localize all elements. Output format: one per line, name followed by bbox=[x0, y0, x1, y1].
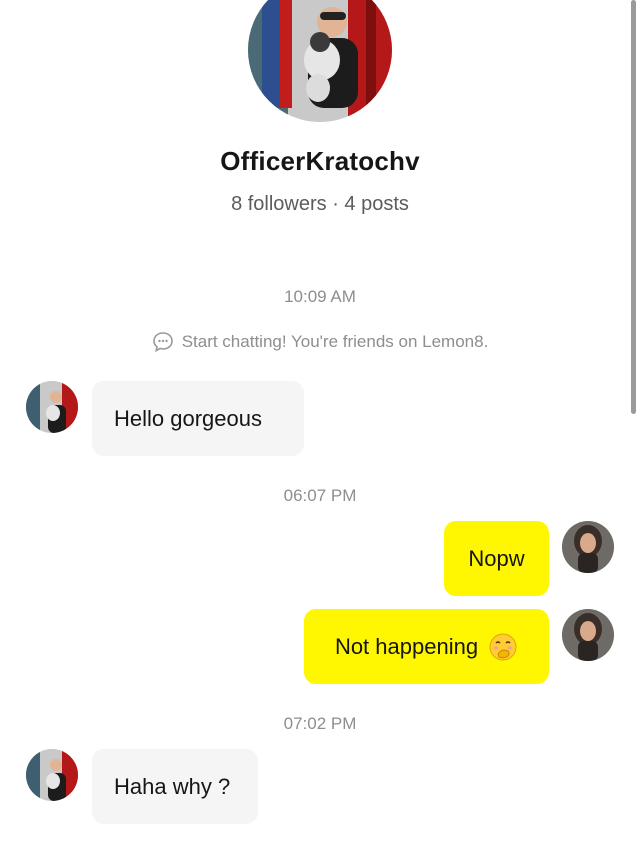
sender-avatar[interactable] bbox=[26, 749, 78, 801]
timestamp: 06:07 PM bbox=[283, 486, 357, 505]
profile-avatar[interactable] bbox=[248, 0, 392, 122]
timestamp: 10:09 AM bbox=[284, 287, 356, 306]
sender-avatar[interactable] bbox=[26, 381, 78, 433]
chat-screen: OfficerKratochv 8 followers · 4 posts 10… bbox=[0, 0, 640, 856]
timestamp: 07:02 PM bbox=[283, 714, 357, 733]
my-avatar[interactable] bbox=[562, 521, 614, 573]
message-text: Hello gorgeous bbox=[114, 405, 262, 431]
message-text: Not happening bbox=[334, 633, 479, 659]
system-message-text: Start chatting! You're friends on Lemon8… bbox=[181, 332, 489, 351]
message-text: Nopw bbox=[468, 545, 525, 571]
message-bubble-incoming[interactable]: Haha why ? bbox=[92, 749, 258, 824]
chat-bubble-icon bbox=[152, 332, 173, 353]
face-with-hand-over-mouth-icon bbox=[489, 633, 517, 660]
my-avatar[interactable] bbox=[562, 609, 614, 661]
message-bubble-outgoing[interactable]: Nopw bbox=[444, 521, 549, 596]
scrollbar[interactable] bbox=[631, 0, 636, 414]
profile-stats: 8 followers · 4 posts bbox=[231, 193, 409, 215]
message-bubble-outgoing[interactable]: Not happening bbox=[304, 609, 549, 684]
system-message: Start chatting! You're friends on Lemon8… bbox=[0, 331, 640, 353]
message-text: Haha why ? bbox=[114, 773, 231, 799]
message-bubble-incoming[interactable]: Hello gorgeous bbox=[92, 381, 304, 456]
profile-name[interactable]: OfficerKratochv bbox=[0, 146, 640, 177]
